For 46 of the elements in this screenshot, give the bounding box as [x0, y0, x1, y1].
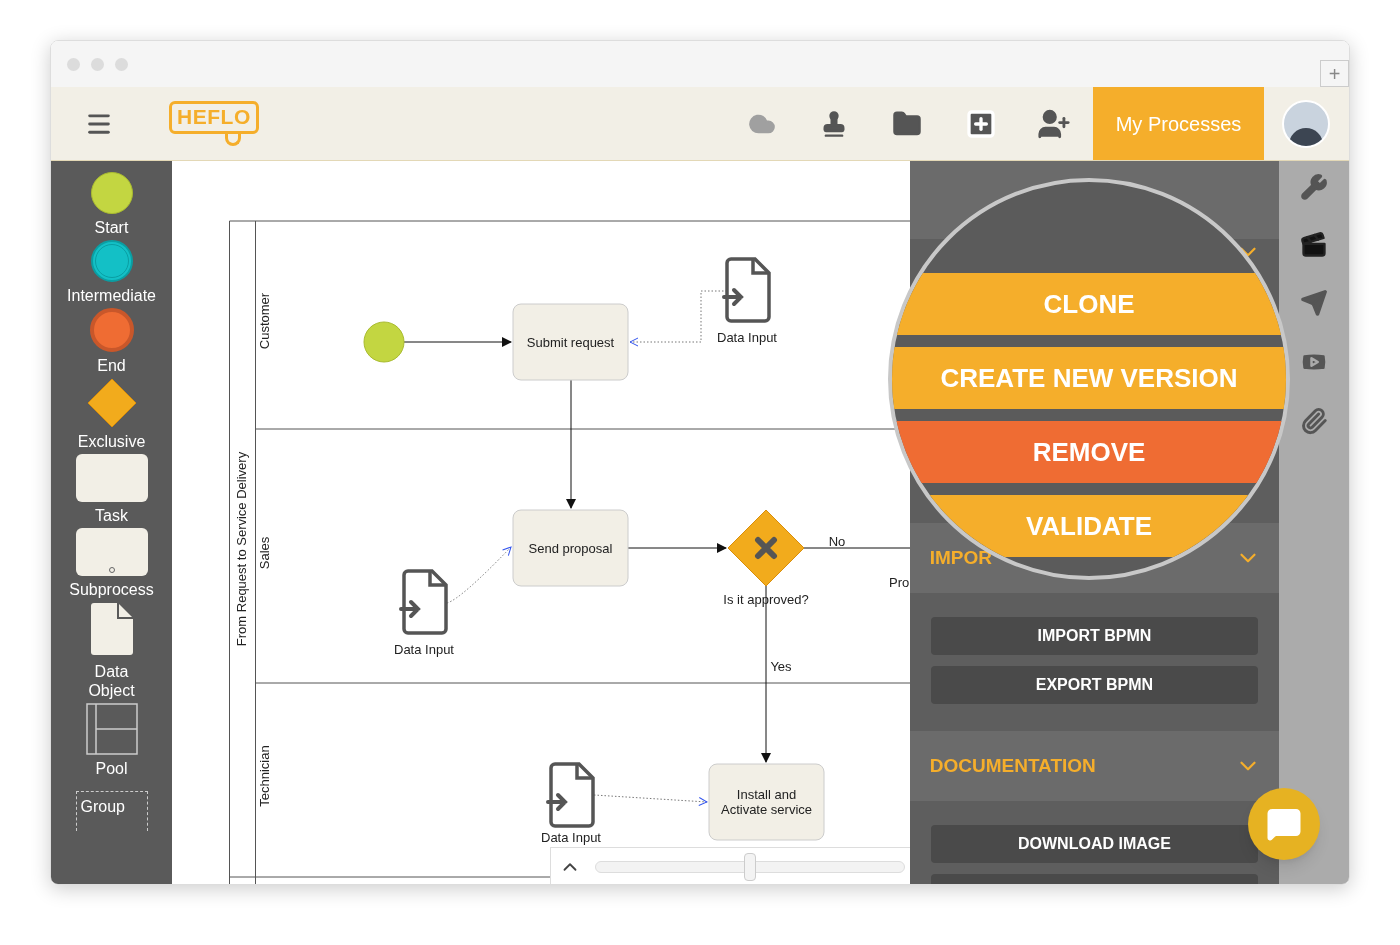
paper-plane-icon[interactable]	[1300, 289, 1329, 317]
start-event-icon	[90, 172, 133, 214]
subprocess-icon	[75, 528, 148, 576]
panel-button[interactable]: IMPORT BPMN	[930, 617, 1259, 655]
paperclip-icon[interactable]	[1300, 407, 1329, 435]
data-input-icon[interactable]	[722, 257, 771, 323]
avatar[interactable]	[1282, 99, 1330, 148]
group-tool[interactable]: Group	[75, 791, 148, 831]
data-input-icon[interactable]	[546, 762, 595, 828]
wrench-icon[interactable]	[1300, 173, 1329, 201]
task-node[interactable]: Submit request	[512, 303, 629, 381]
exclusive-gateway[interactable]	[727, 509, 805, 587]
task-node[interactable]: Install and Activate service	[708, 763, 825, 841]
flow-label: Yes	[770, 659, 792, 674]
data-label: Data Input	[541, 830, 601, 845]
flow-label: Pro	[889, 575, 910, 590]
intermediate-event-icon	[90, 240, 133, 282]
panel-button[interactable]: DOWNLOAD IMAGE	[930, 825, 1259, 863]
gateway-label: Is it approved?	[723, 592, 809, 607]
document-icon	[89, 602, 134, 656]
panel-button[interactable]: EXPORT BPMN	[930, 666, 1259, 704]
task-icon	[75, 454, 148, 502]
pool-icon	[85, 703, 138, 755]
diamond-icon	[86, 378, 137, 428]
slider-thumb[interactable]	[744, 853, 756, 881]
data-input-icon[interactable]	[399, 569, 448, 635]
add-icon[interactable]	[965, 107, 997, 140]
palette-item[interactable]: Start	[56, 172, 167, 237]
lane-label: Customer	[257, 292, 272, 350]
data-label: Data Input	[717, 330, 777, 345]
lane-label: Technician	[257, 745, 272, 807]
flow-label: No	[828, 534, 846, 549]
task-node[interactable]: Send proposal	[512, 509, 629, 587]
pool-label: From Request to Service Delivery	[234, 451, 249, 647]
data-label: Data Input	[394, 642, 454, 657]
palette-item[interactable]: Exclusive	[56, 378, 167, 451]
palette-item[interactable]: Task	[56, 454, 167, 525]
end-event-icon	[89, 308, 134, 352]
palette-item[interactable]: Pool	[56, 703, 167, 778]
clapperboard-icon[interactable]	[1300, 231, 1329, 259]
lane-label: Sales	[257, 536, 272, 570]
palette-item[interactable]: Data Object	[56, 602, 167, 700]
palette-item[interactable]: End	[56, 308, 167, 375]
palette-item[interactable]: Subprocess	[56, 528, 167, 599]
start-event[interactable]	[363, 321, 405, 363]
palette-item[interactable]: Intermediate	[56, 240, 167, 305]
